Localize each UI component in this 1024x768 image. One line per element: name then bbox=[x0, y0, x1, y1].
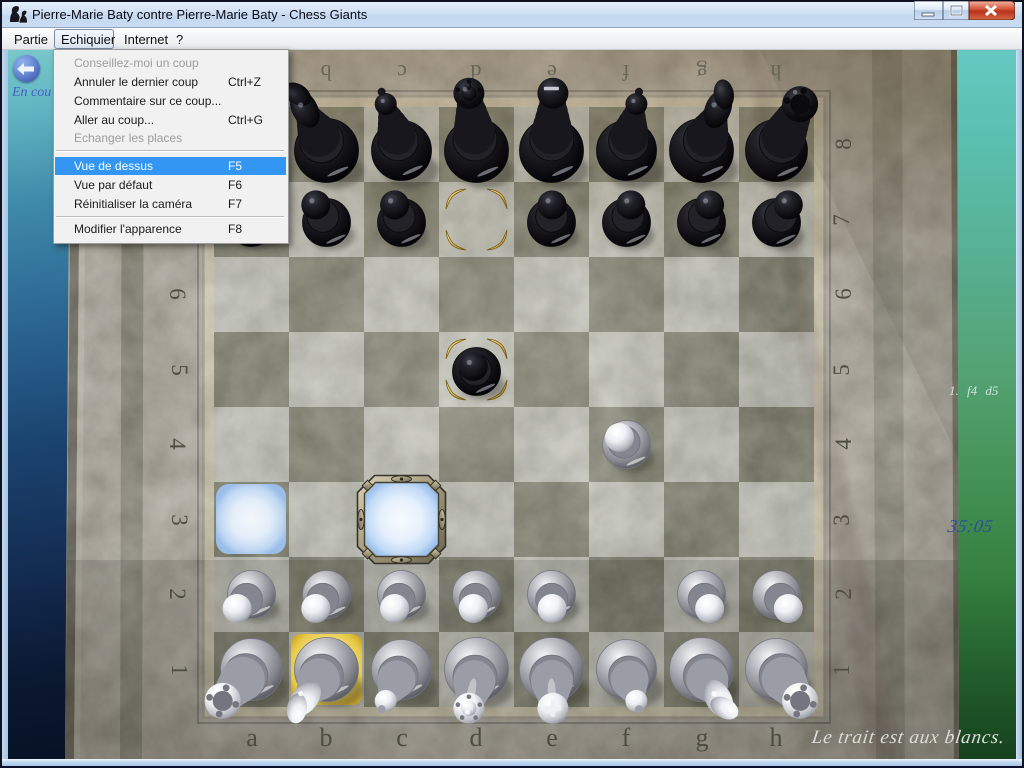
svg-text:1: 1 bbox=[829, 664, 854, 676]
svg-text:5: 5 bbox=[167, 364, 192, 376]
svg-text:e: e bbox=[546, 723, 558, 752]
svg-text:5: 5 bbox=[829, 364, 854, 376]
svg-text:g: g bbox=[696, 723, 709, 752]
svg-text:3: 3 bbox=[829, 514, 854, 526]
svg-text:f: f bbox=[622, 723, 631, 752]
svg-text:h: h bbox=[770, 723, 783, 752]
svg-text:6: 6 bbox=[831, 288, 856, 300]
svg-text:4: 4 bbox=[831, 438, 856, 450]
svg-text:c: c bbox=[396, 723, 408, 752]
svg-text:a: a bbox=[246, 723, 258, 752]
svg-text:b: b bbox=[321, 60, 332, 85]
svg-text:b: b bbox=[320, 723, 333, 752]
svg-text:2: 2 bbox=[831, 588, 856, 600]
svg-text:h: h bbox=[771, 60, 782, 85]
svg-text:g: g bbox=[697, 60, 708, 85]
svg-text:7: 7 bbox=[829, 214, 854, 226]
svg-text:3: 3 bbox=[167, 514, 192, 526]
svg-text:c: c bbox=[397, 60, 407, 85]
svg-text:f: f bbox=[622, 60, 630, 85]
svg-text:6: 6 bbox=[165, 288, 190, 300]
svg-text:d: d bbox=[470, 723, 483, 752]
svg-text:2: 2 bbox=[165, 588, 190, 600]
svg-text:4: 4 bbox=[165, 438, 190, 450]
svg-text:8: 8 bbox=[831, 138, 856, 150]
svg-text:1: 1 bbox=[167, 664, 192, 676]
